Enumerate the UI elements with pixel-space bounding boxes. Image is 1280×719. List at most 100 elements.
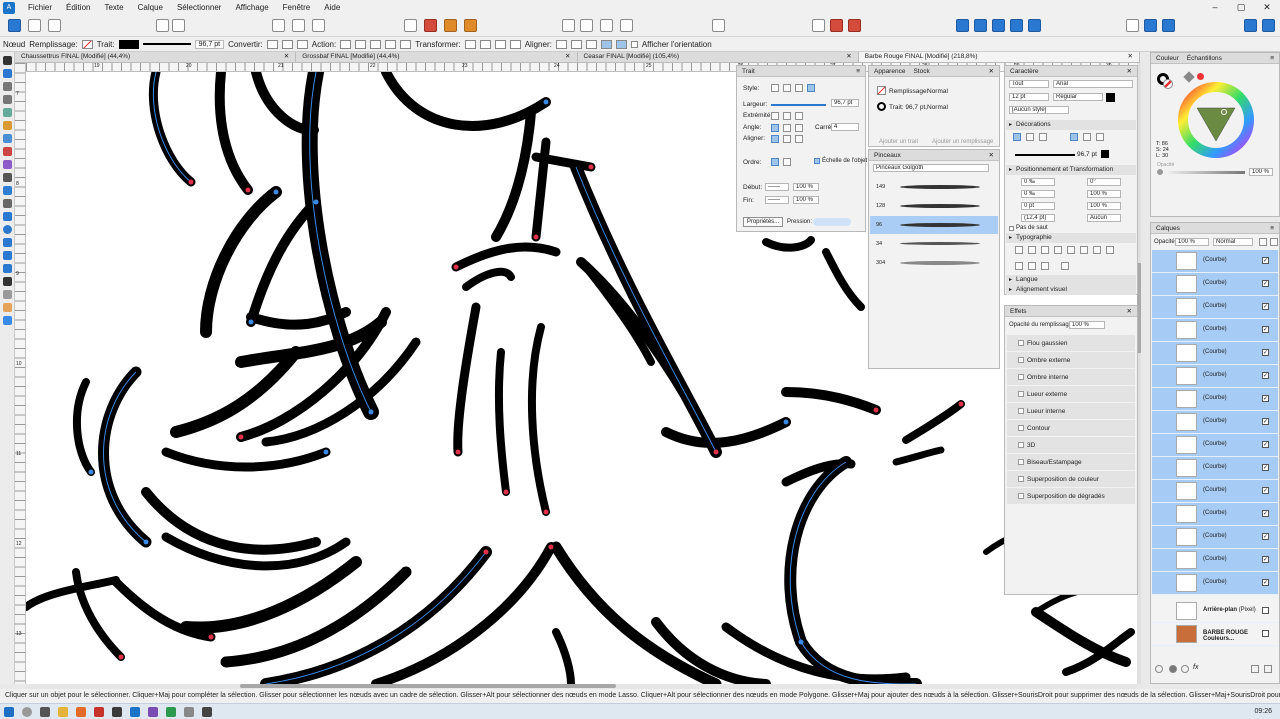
layer-row[interactable]: (Courbe) ✓ [1152,365,1278,388]
node-tool-icon[interactable] [3,69,12,78]
typo-icon[interactable] [1054,246,1062,254]
tab-grossbaf[interactable]: Grossbaf FINAL [Modifié] (44,4%) ✕ [296,52,578,62]
close-icon[interactable]: ✕ [1254,2,1280,13]
no-entry-icon[interactable] [172,19,185,32]
effect-outer-glow[interactable]: Lueur externe [1007,386,1135,403]
visibility-checkbox[interactable] [1262,607,1269,614]
layer-row[interactable]: (Courbe) ✓ [1152,503,1278,526]
tab-color[interactable]: Couleur [1156,53,1179,63]
magnet-icon[interactable] [830,19,843,32]
scale-checkbox[interactable] [814,158,820,164]
visibility-checkbox[interactable]: ✓ [1262,533,1269,540]
align-icon[interactable] [712,19,725,32]
layer-row[interactable]: (Courbe) ✓ [1152,388,1278,411]
h-scale-field[interactable]: 100 % [1087,190,1121,198]
font-select[interactable]: Arial [1053,80,1133,88]
bevel-join-icon[interactable] [795,124,803,132]
start-arrow-field[interactable]: —— [765,183,789,191]
affinity-designer-icon[interactable] [130,706,140,717]
visibility-checkbox[interactable]: ✓ [1262,464,1269,471]
end-scale-field[interactable]: 100 % [793,196,819,204]
brush-item[interactable]: 304 [870,254,998,272]
visibility-checkbox[interactable]: ✓ [1262,303,1269,310]
align-nodes-v-icon[interactable] [570,39,582,49]
align-center-icon[interactable] [771,135,779,143]
join-curve-icon[interactable] [385,39,397,49]
triangle-tool-icon[interactable] [3,251,12,260]
shape-tool-icon[interactable] [3,264,12,273]
tab-barbe-rouge[interactable]: Barbe Rouge FINAL [Modifié] (218,8%) ✕ [858,52,1140,62]
convert-smooth-icon[interactable] [281,39,293,49]
brush-item[interactable]: 128 [870,197,998,215]
flip-vertical-icon[interactable] [580,19,593,32]
double-underline-icon[interactable] [1026,133,1034,141]
settings-icon[interactable] [1162,19,1175,32]
typo-icon[interactable] [1028,262,1036,270]
pencil-tool-icon[interactable] [3,121,12,130]
effect-inner-shadow[interactable]: Ombre interne [1007,369,1135,386]
brush-stroke-icon[interactable] [807,84,815,92]
brush-item-selected[interactable]: 96 [870,216,998,234]
recent-color-swatch[interactable] [1197,73,1204,80]
live-filter-icon[interactable] [1181,665,1189,673]
layer-row[interactable]: (Courbe) ✓ [1152,411,1278,434]
effect-gaussian-blur[interactable]: Flou gaussien [1007,335,1135,352]
close-tab-icon[interactable]: ✕ [846,52,851,62]
order-behind-icon[interactable] [771,158,779,166]
blend-mode-select[interactable]: Normal [1213,238,1253,246]
visibility-checkbox[interactable]: ✓ [1262,372,1269,379]
app-icon[interactable] [94,706,104,717]
layer-mask-icon[interactable] [1155,665,1163,673]
transform-rotate-icon[interactable] [509,39,521,49]
zoom-tool-icon[interactable] [3,316,12,325]
fill-swatch[interactable] [81,39,93,49]
baseline-field[interactable]: 0 pt [1021,202,1055,210]
width-slider[interactable] [771,104,826,106]
effect-inner-glow[interactable]: Lueur interne [1007,403,1135,420]
section-typography[interactable]: Typographie [1006,233,1136,243]
add-layer-icon[interactable] [1251,665,1259,673]
firefox-icon[interactable] [76,706,86,717]
rectangle-tool-icon[interactable] [3,212,12,221]
visibility-checkbox[interactable]: ✓ [1262,441,1269,448]
fx-icon[interactable]: fx [1193,664,1198,671]
add-stroke-button[interactable]: Ajouter un trait [879,139,918,145]
effect-outline[interactable]: Contour [1007,420,1135,437]
opacity-handle-icon[interactable] [1157,169,1163,175]
arrange-front-icon[interactable] [464,19,477,32]
place-image-icon[interactable] [3,186,12,195]
leading-field[interactable]: (12,4 pt) [1021,214,1055,222]
arrange-down-icon[interactable] [424,19,437,32]
decoration-color-swatch[interactable] [1101,150,1109,158]
typo-icon[interactable] [1015,246,1023,254]
lang-field[interactable]: Aucun [1087,214,1121,222]
tab-ceasar[interactable]: Ceasar FINAL [Modifié] (105,4%) ✕ [578,52,859,62]
task-view-icon[interactable] [40,706,50,717]
brush-item[interactable]: 149 [870,178,998,196]
brush-category-select[interactable]: Pinceaux Golgoth [873,164,989,172]
vector-brush-icon[interactable] [3,134,12,143]
visibility-checkbox[interactable]: ✓ [1262,418,1269,425]
layer-options-icon[interactable] [1270,238,1278,246]
boolean-intersect-icon[interactable] [992,19,1005,32]
layer-row[interactable]: (Courbe) ✓ [1152,319,1278,342]
end-arrow-field[interactable]: —— [765,196,789,204]
user-icon[interactable] [1126,19,1139,32]
pressure-curve[interactable] [813,218,851,226]
visibility-checkbox[interactable]: ✓ [1262,280,1269,287]
effect-gradient-overlay[interactable]: Superposition de dégradés [1007,488,1135,505]
align-nodes-c-icon[interactable] [585,39,597,49]
transform-mode-icon[interactable] [464,39,476,49]
typo-more-icon[interactable] [1061,262,1069,270]
menu-fichier[interactable]: Fichier [21,3,59,12]
mode-icon[interactable] [1262,19,1275,32]
menu-aide[interactable]: Aide [317,3,347,12]
char-style-select[interactable]: [Aucun style] [1009,106,1069,114]
tracking-field[interactable]: 0 ‰ [1021,190,1055,198]
decoration-line[interactable] [1015,154,1075,156]
boolean-xor-icon[interactable] [1010,19,1023,32]
no-break-checkbox[interactable] [1009,226,1014,231]
menu-calque[interactable]: Calque [131,3,170,12]
miter-join-icon[interactable] [771,124,779,132]
strikethrough-icon[interactable] [1070,133,1078,141]
